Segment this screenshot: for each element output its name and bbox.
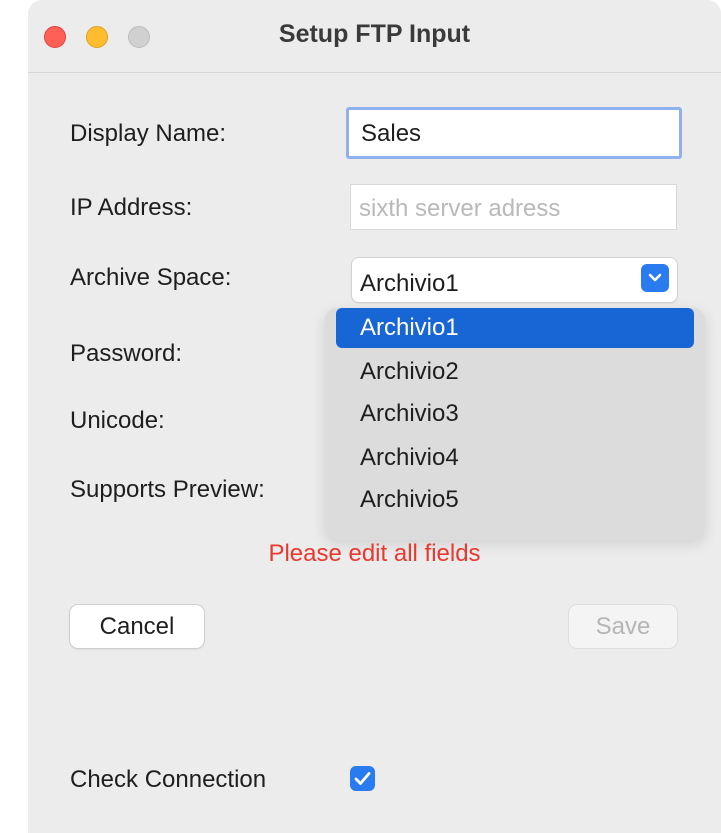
check-connection-label: Check Connection bbox=[70, 766, 267, 793]
archive-space-label: Archive Space: bbox=[70, 264, 232, 291]
window-title: Setup FTP Input bbox=[278, 20, 471, 48]
checkmark-icon bbox=[354, 772, 371, 785]
setup-ftp-window: Setup FTP Input Display Name: Sales IP A… bbox=[28, 0, 721, 833]
password-label: Password: bbox=[70, 340, 183, 367]
supports-preview-label: Supports Preview: bbox=[70, 476, 265, 503]
dropdown-option-archivio2[interactable]: Archivio2 bbox=[336, 352, 694, 392]
archive-space-select[interactable]: Archivio1 bbox=[352, 258, 677, 302]
ip-address-label: IP Address: bbox=[70, 194, 193, 221]
cancel-button[interactable]: Cancel bbox=[70, 605, 204, 648]
dropdown-option-archivio5[interactable]: Archivio5 bbox=[336, 480, 694, 520]
title-bar: Setup FTP Input bbox=[28, 0, 721, 73]
error-message: Please edit all fields bbox=[268, 540, 481, 567]
archive-space-value: Archivio1 bbox=[360, 270, 459, 297]
display-name-label: Display Name: bbox=[70, 120, 227, 147]
unicode-label: Unicode: bbox=[70, 407, 165, 434]
dropdown-option-archivio4[interactable]: Archivio4 bbox=[336, 438, 694, 478]
chevron-down-icon[interactable] bbox=[641, 264, 669, 292]
display-name-input[interactable]: Sales bbox=[346, 107, 682, 159]
check-connection-checkbox[interactable] bbox=[350, 766, 375, 791]
ip-address-input[interactable]: sixth server adress bbox=[350, 184, 677, 230]
dropdown-option-archivio3[interactable]: Archivio3 bbox=[336, 394, 694, 434]
save-button[interactable]: Save bbox=[569, 605, 677, 648]
dropdown-option-archivio1[interactable]: Archivio1 bbox=[336, 308, 694, 348]
archive-space-dropdown-menu: Archivio1 Archivio2 Archivio3 Archivio4 … bbox=[325, 308, 705, 540]
